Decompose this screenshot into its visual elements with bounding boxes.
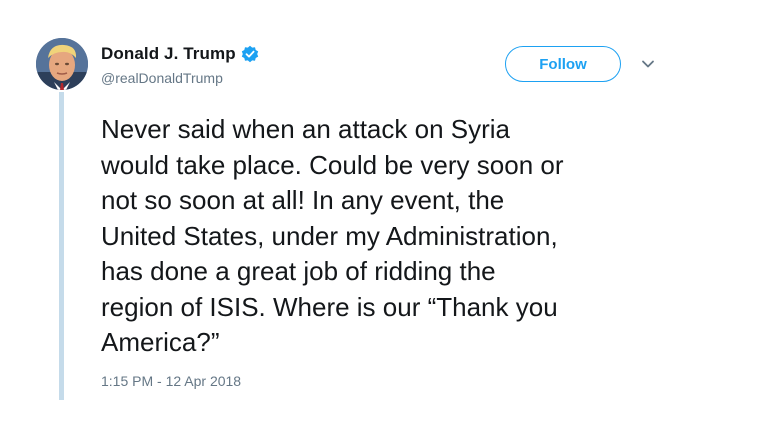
tweet-timestamp[interactable]: 1:15 PM - 12 Apr 2018 [101,373,241,389]
author-name-row[interactable]: Donald J. Trump [101,43,259,65]
tweet-card: Donald J. Trump @realDonaldTrump Follow … [0,0,758,433]
profile-photo-icon [36,38,88,90]
verified-badge-icon [241,45,259,63]
user-handle[interactable]: @realDonaldTrump [101,70,223,86]
thread-rule [59,92,64,400]
tweet-text: Never said when an attack on Syria would… [101,114,564,357]
display-name[interactable]: Donald J. Trump [101,44,236,64]
chevron-down-icon[interactable] [640,57,656,69]
avatar[interactable] [36,38,88,90]
follow-button[interactable]: Follow [505,46,621,82]
